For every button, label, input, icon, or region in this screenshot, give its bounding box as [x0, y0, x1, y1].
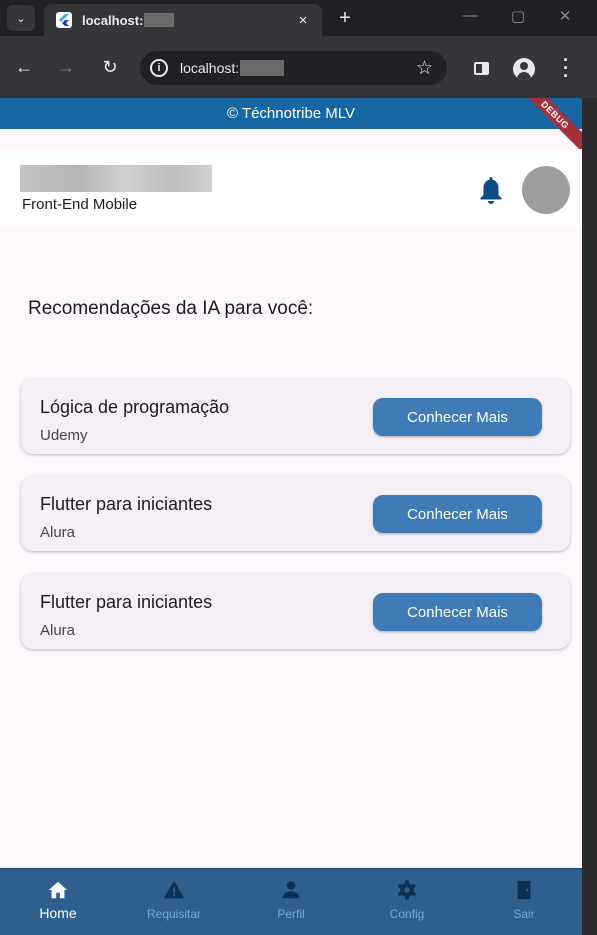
recommendation-card: Flutter para iniciantes Alura Conhecer M… [21, 476, 570, 551]
forward-arrow-icon[interactable]: → [55, 57, 77, 77]
nav-item-home[interactable]: Home [0, 869, 116, 935]
gear-icon [398, 880, 416, 900]
nav-item-perfil[interactable]: Perfil [233, 869, 349, 935]
user-name-redacted [20, 165, 212, 192]
person-icon [282, 881, 300, 899]
bookmark-star-icon[interactable]: ☆ [416, 57, 433, 80]
recommendation-card: Lógica de programação Udemy Conhecer Mai… [21, 379, 570, 454]
warning-icon [163, 880, 185, 899]
course-title: Flutter para iniciantes [40, 592, 213, 612]
learn-more-button[interactable]: Conhecer Mais [373, 593, 542, 631]
nav-label: Sair [513, 907, 535, 921]
course-provider: Alura [40, 622, 76, 639]
course-provider: Alura [40, 524, 76, 541]
back-arrow-icon[interactable]: ← [13, 57, 35, 77]
course-provider: Udemy [40, 427, 88, 444]
new-tab-button[interactable]: + [335, 7, 355, 30]
course-title: Flutter para iniciantes [40, 494, 213, 514]
app-header: Front-End Mobile [0, 149, 582, 227]
minimize-button[interactable]: — [460, 7, 480, 24]
nav-label: Config [389, 907, 425, 921]
url-text: localhost: [180, 60, 240, 76]
nav-item-config[interactable]: Config [349, 869, 465, 935]
profile-icon[interactable] [513, 58, 535, 80]
browser-toolbar: ← → ↻ i localhost: ☆ · · · [0, 36, 597, 98]
maximize-button[interactable]: ▢ [508, 7, 528, 25]
section-title: Recomendações da IA para você: [28, 298, 314, 319]
app-viewport: © Téchnotribe MLV DEBUG Front-End Mobile… [0, 98, 582, 935]
bell-icon[interactable] [478, 175, 504, 205]
side-panel-icon[interactable] [474, 62, 489, 75]
tab-title: localhost: [82, 12, 144, 28]
flutter-favicon-icon [56, 12, 72, 28]
copyright-banner: © Téchnotribe MLV [0, 98, 582, 129]
tab-title-redacted [144, 13, 175, 27]
reload-icon[interactable]: ↻ [99, 57, 121, 77]
learn-more-button[interactable]: Conhecer Mais [373, 495, 542, 533]
banner-text: © Téchnotribe MLV [226, 105, 356, 122]
nav-label: Perfil [277, 907, 305, 921]
browser-tab-strip: ⌄ localhost: × + — ▢ ✕ [0, 0, 597, 36]
chevron-down-icon: ⌄ [16, 12, 26, 25]
nav-label: Requisitar [146, 907, 202, 921]
browser-tab[interactable]: localhost: × [44, 4, 322, 36]
url-redacted [240, 60, 285, 76]
tab-search-button[interactable]: ⌄ [7, 5, 35, 31]
close-window-button[interactable]: ✕ [555, 7, 575, 25]
user-role: Front-End Mobile [22, 196, 138, 213]
address-bar[interactable]: i localhost: ☆ [140, 51, 447, 85]
nav-item-requisitar[interactable]: Requisitar [116, 869, 232, 935]
learn-more-button[interactable]: Conhecer Mais [373, 398, 542, 436]
bottom-navigation: Home Requisitar Perfil Config Sair [0, 868, 582, 935]
exit-door-icon [517, 880, 531, 900]
course-title: Lógica de programação [40, 397, 230, 417]
nav-label: Home [39, 905, 77, 921]
scrollbar-gutter [582, 98, 597, 935]
tab-close-icon[interactable]: × [294, 12, 312, 29]
avatar[interactable] [522, 166, 570, 214]
browser-menu-icon[interactable]: · · · [559, 51, 573, 85]
site-info-icon[interactable]: i [150, 59, 168, 77]
home-icon [48, 881, 68, 899]
nav-item-sair[interactable]: Sair [466, 869, 582, 935]
recommendation-card: Flutter para iniciantes Alura Conhecer M… [21, 574, 570, 649]
